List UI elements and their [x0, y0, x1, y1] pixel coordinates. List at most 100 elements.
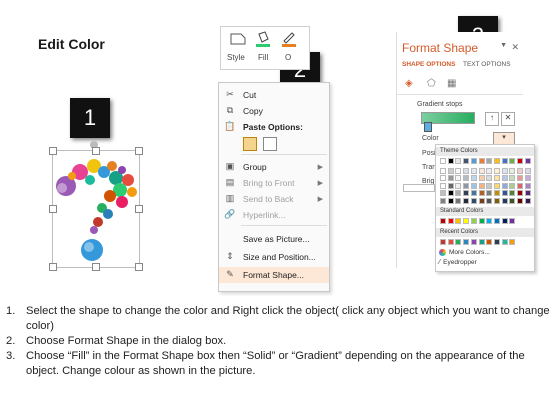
color-swatch[interactable] — [440, 167, 446, 174]
color-swatch[interactable] — [493, 167, 500, 174]
more-colors-item[interactable]: More Colors... — [439, 249, 490, 256]
fill-bucket-icon[interactable] — [255, 30, 271, 48]
size-properties-icon[interactable]: ▦ — [447, 78, 456, 89]
color-swatch[interactable] — [463, 239, 470, 245]
color-swatch[interactable] — [455, 239, 462, 245]
color-swatch[interactable] — [463, 182, 470, 189]
color-swatch[interactable] — [493, 158, 500, 164]
color-swatch[interactable] — [501, 218, 508, 224]
color-swatch[interactable] — [517, 190, 523, 196]
color-swatch[interactable] — [517, 158, 523, 164]
color-swatch[interactable] — [478, 218, 485, 224]
color-swatch[interactable] — [463, 158, 470, 164]
fill-line-icon[interactable]: ◈ — [405, 78, 413, 89]
color-swatch[interactable] — [517, 167, 523, 174]
color-swatch[interactable] — [501, 239, 508, 245]
gradient-stop-handle[interactable] — [424, 122, 432, 132]
color-swatch[interactable] — [455, 190, 462, 196]
color-swatch[interactable] — [440, 175, 446, 181]
color-swatch[interactable] — [524, 182, 531, 189]
add-stop-icon[interactable]: ↑ — [485, 112, 499, 126]
color-swatch[interactable] — [470, 190, 477, 196]
color-swatch[interactable] — [447, 239, 454, 245]
color-swatch[interactable] — [524, 175, 531, 181]
color-swatch[interactable] — [470, 158, 477, 164]
close-icon[interactable]: ✕ — [511, 42, 519, 53]
color-swatch[interactable] — [493, 182, 500, 189]
paste-picture-icon[interactable] — [263, 137, 277, 151]
color-swatch[interactable] — [470, 167, 477, 174]
color-swatch[interactable] — [470, 175, 477, 181]
color-swatch[interactable] — [486, 239, 493, 245]
color-swatch[interactable] — [509, 158, 516, 164]
color-swatch[interactable] — [501, 158, 508, 164]
color-swatch[interactable] — [440, 190, 446, 196]
color-swatch[interactable] — [501, 182, 508, 189]
color-swatch[interactable] — [493, 190, 500, 196]
color-swatch[interactable] — [447, 218, 454, 224]
color-swatch[interactable] — [493, 197, 500, 204]
menu-item-format-shape[interactable]: ✎ Format Shape... — [219, 267, 329, 283]
color-swatch[interactable] — [486, 218, 493, 224]
color-swatch[interactable] — [463, 190, 470, 196]
pane-scrollbar[interactable] — [403, 184, 435, 192]
color-swatch[interactable] — [486, 197, 493, 204]
color-swatch[interactable] — [517, 182, 523, 189]
color-swatch[interactable] — [486, 158, 493, 164]
color-swatch[interactable] — [470, 239, 477, 245]
color-swatch[interactable] — [493, 175, 500, 181]
chevron-down-icon[interactable]: ▼ — [500, 42, 507, 49]
color-swatch[interactable] — [501, 167, 508, 174]
tab-text-options[interactable]: TEXT OPTIONS — [463, 61, 511, 68]
color-swatch[interactable] — [478, 175, 485, 181]
color-swatch[interactable] — [447, 190, 454, 196]
color-swatch[interactable] — [463, 175, 470, 181]
color-swatch[interactable] — [501, 197, 508, 204]
color-swatch[interactable] — [501, 175, 508, 181]
color-swatch[interactable] — [440, 197, 446, 204]
effects-icon[interactable]: ⬠ — [427, 78, 436, 89]
color-swatch[interactable] — [517, 197, 523, 204]
color-swatch[interactable] — [455, 175, 462, 181]
color-swatch[interactable] — [455, 182, 462, 189]
color-swatch[interactable] — [478, 239, 485, 245]
color-swatch[interactable] — [509, 175, 516, 181]
color-swatch[interactable] — [509, 190, 516, 196]
remove-stop-icon[interactable]: ✕ — [501, 112, 515, 126]
color-swatch[interactable] — [509, 182, 516, 189]
color-swatch[interactable] — [486, 175, 493, 181]
color-swatch[interactable] — [493, 218, 500, 224]
color-swatch[interactable] — [440, 182, 446, 189]
color-swatch[interactable] — [493, 239, 500, 245]
color-swatch[interactable] — [517, 175, 523, 181]
color-swatch[interactable] — [509, 167, 516, 174]
color-swatch[interactable] — [447, 182, 454, 189]
color-swatch[interactable] — [447, 158, 454, 164]
paste-keep-format-icon[interactable] — [243, 137, 257, 151]
color-swatch[interactable] — [509, 239, 516, 245]
color-swatch[interactable] — [455, 218, 462, 224]
color-swatch[interactable] — [447, 197, 454, 204]
outline-pen-icon[interactable] — [281, 30, 297, 48]
color-swatch[interactable] — [447, 175, 454, 181]
color-swatch[interactable] — [463, 167, 470, 174]
tab-shape-options[interactable]: SHAPE OPTIONS — [402, 61, 455, 68]
color-swatch[interactable] — [440, 218, 446, 224]
color-swatch[interactable] — [470, 218, 477, 224]
color-swatch[interactable] — [463, 197, 470, 204]
color-swatch[interactable] — [524, 167, 531, 174]
color-swatch[interactable] — [455, 197, 462, 204]
color-swatch[interactable] — [501, 190, 508, 196]
color-swatch[interactable] — [447, 167, 454, 174]
question-mark-bubbles[interactable] — [50, 150, 142, 268]
color-swatch[interactable] — [478, 167, 485, 174]
color-swatch[interactable] — [524, 190, 531, 196]
color-swatch[interactable] — [524, 158, 531, 164]
eyedropper-item[interactable]: ⁄ Eyedropper — [439, 259, 477, 266]
color-swatch[interactable] — [524, 197, 531, 204]
color-swatch[interactable] — [470, 182, 477, 189]
menu-item-size-and-position[interactable]: ⇕ Size and Position... — [219, 249, 329, 265]
color-swatch[interactable] — [478, 190, 485, 196]
color-swatch[interactable] — [455, 158, 462, 164]
color-swatch[interactable] — [486, 190, 493, 196]
